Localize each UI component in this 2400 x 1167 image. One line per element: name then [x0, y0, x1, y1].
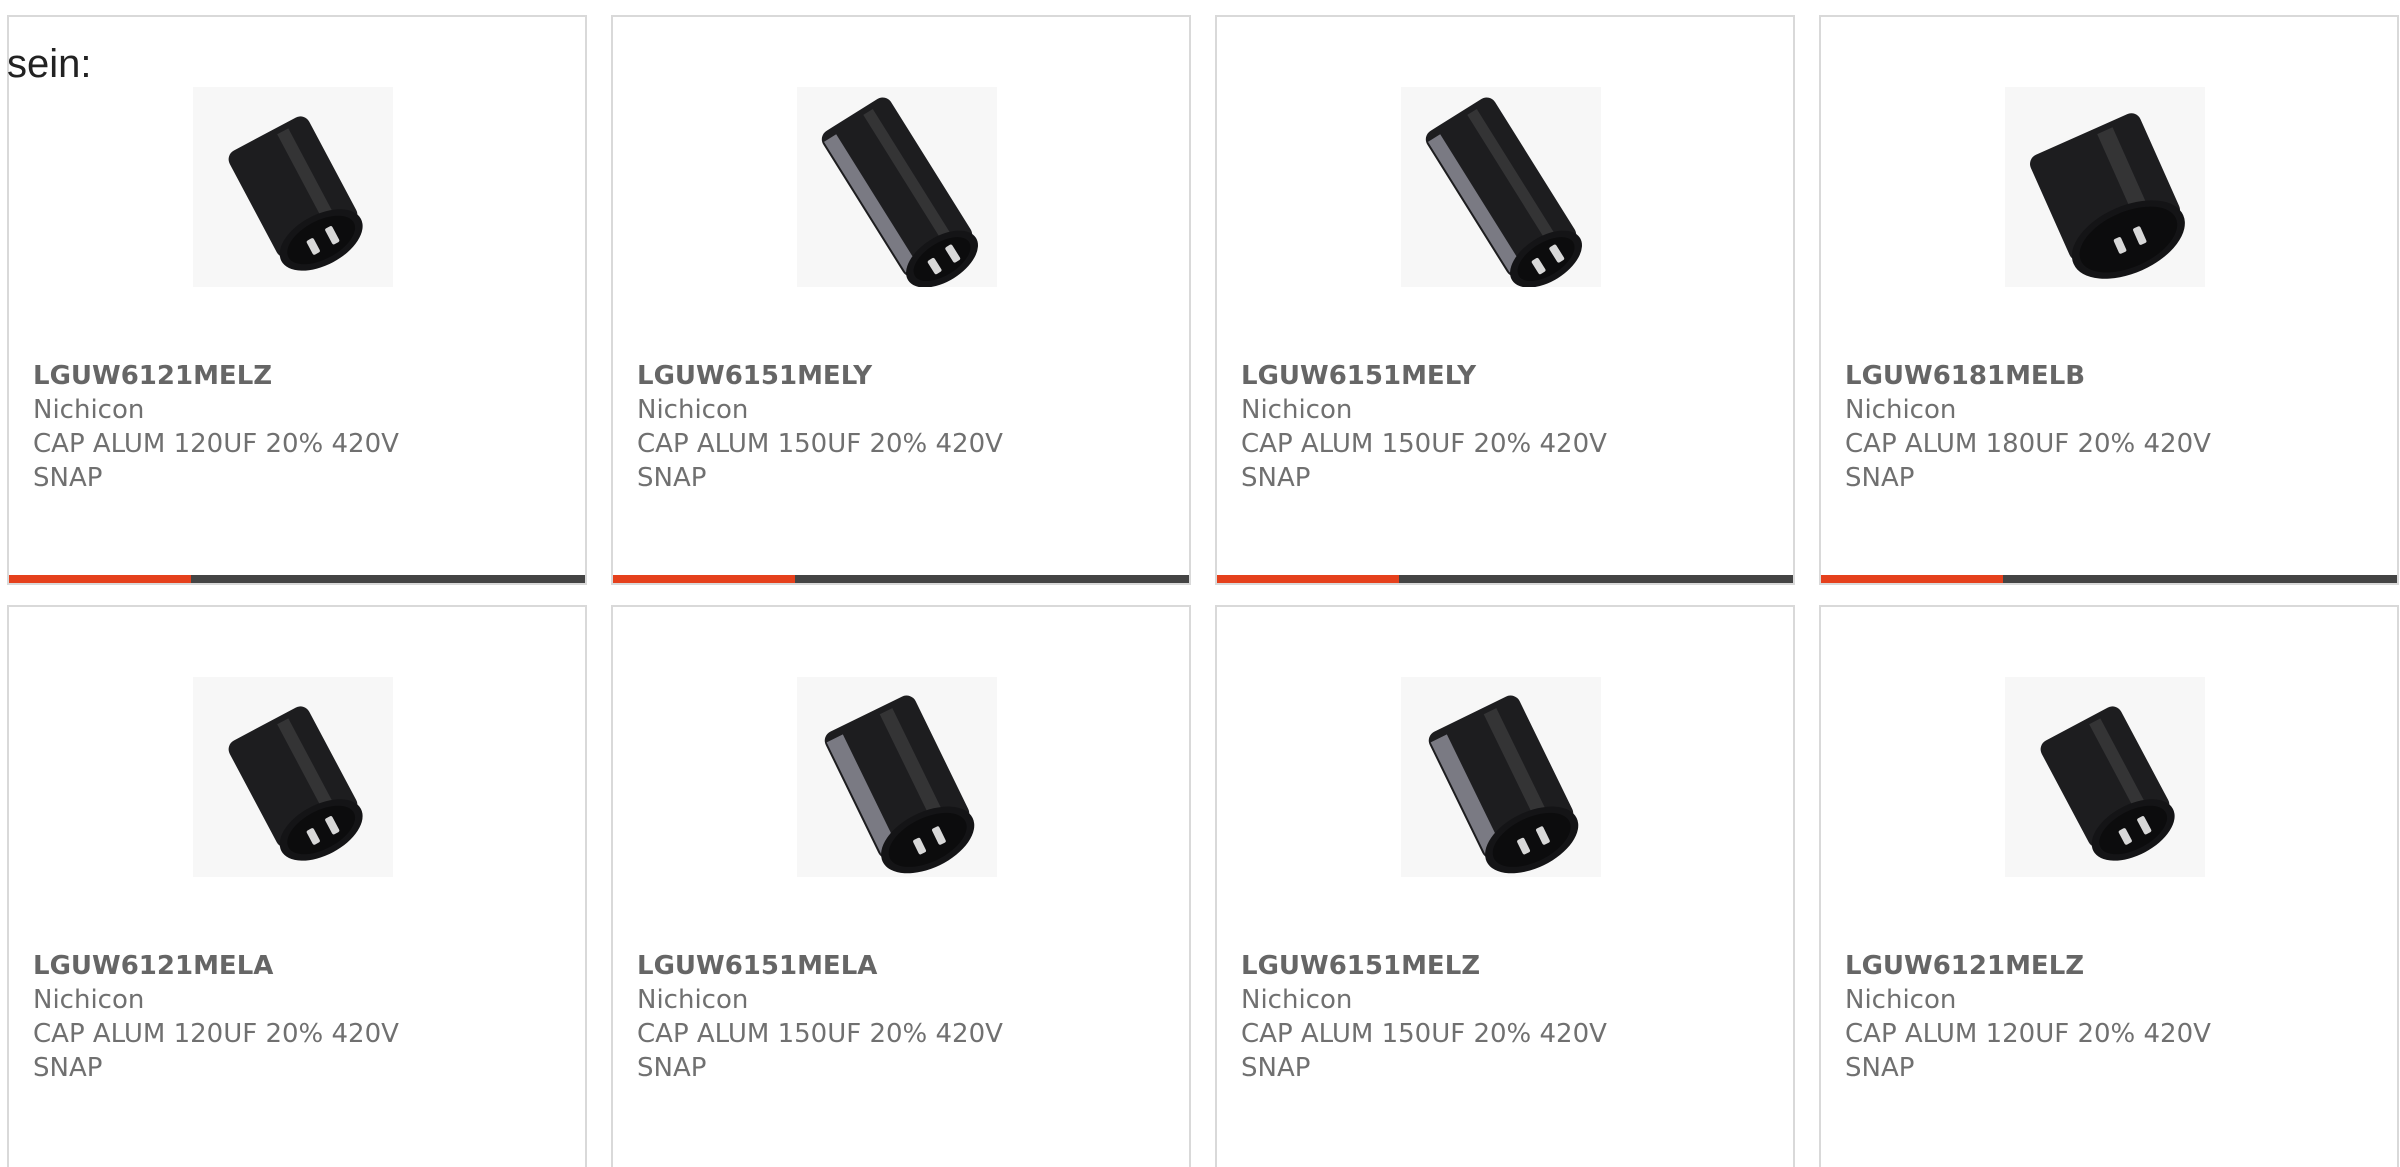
manufacturer: Nichicon — [33, 395, 145, 425]
description: CAP ALUM 120UF 20% 420V — [1845, 1019, 2211, 1049]
product-image[interactable] — [2005, 87, 2205, 287]
capacitor-icon — [2030, 113, 2185, 279]
product-info: LGUW6181MELB Nichicon CAP ALUM 180UF 20%… — [1845, 359, 2377, 495]
product-image[interactable] — [797, 87, 997, 287]
part-number[interactable]: LGUW6181MELB — [1845, 359, 2377, 393]
part-number[interactable]: LGUW6151MELY — [1241, 359, 1773, 393]
manufacturer: Nichicon — [1845, 985, 1957, 1015]
capacitor-icon — [2040, 706, 2175, 861]
part-number[interactable]: LGUW6121MELA — [33, 949, 565, 983]
capacitor-icon — [821, 97, 978, 287]
product-info: LGUW6151MELA Nichicon CAP ALUM 150UF 20%… — [637, 949, 1169, 1085]
manufacturer: Nichicon — [637, 985, 749, 1015]
product-card[interactable]: LGUW6181MELB Nichicon CAP ALUM 180UF 20%… — [1819, 15, 2399, 585]
product-info: LGUW6121MELA Nichicon CAP ALUM 120UF 20%… — [33, 949, 565, 1085]
manufacturer: Nichicon — [33, 985, 145, 1015]
card-accent-bar — [1821, 575, 2397, 583]
product-card[interactable]: LGUW6151MELY Nichicon CAP ALUM 150UF 20%… — [611, 15, 1191, 585]
description-suffix: SNAP — [637, 1053, 707, 1083]
description: CAP ALUM 150UF 20% 420V — [637, 429, 1003, 459]
product-card[interactable]: LGUW6151MELA Nichicon CAP ALUM 150UF 20%… — [611, 605, 1191, 1167]
manufacturer: Nichicon — [1845, 395, 1957, 425]
part-number[interactable]: LGUW6121MELZ — [1845, 949, 2377, 983]
product-info: LGUW6121MELZ Nichicon CAP ALUM 120UF 20%… — [1845, 949, 2377, 1085]
card-accent-bar — [9, 575, 585, 583]
description: CAP ALUM 120UF 20% 420V — [33, 1019, 399, 1049]
description: CAP ALUM 180UF 20% 420V — [1845, 429, 2211, 459]
description-suffix: SNAP — [1845, 1053, 1915, 1083]
description-suffix: SNAP — [33, 1053, 103, 1083]
capacitor-icon — [228, 116, 363, 271]
capacitor-icon — [1428, 695, 1579, 874]
product-image[interactable] — [193, 87, 393, 287]
description: CAP ALUM 150UF 20% 420V — [1241, 1019, 1607, 1049]
page: sein: LGUW6121MELZ Nichicon CAP ALUM 120… — [0, 0, 2400, 1167]
description-suffix: SNAP — [1845, 463, 1915, 493]
description-suffix: SNAP — [1241, 1053, 1311, 1083]
product-info: LGUW6151MELY Nichicon CAP ALUM 150UF 20%… — [637, 359, 1169, 495]
product-info: LGUW6151MELY Nichicon CAP ALUM 150UF 20%… — [1241, 359, 1773, 495]
description-suffix: SNAP — [1241, 463, 1311, 493]
manufacturer: Nichicon — [1241, 985, 1353, 1015]
capacitor-icon — [824, 695, 975, 874]
product-info: LGUW6121MELZ Nichicon CAP ALUM 120UF 20%… — [33, 359, 565, 495]
intro-text: sein: — [7, 42, 92, 86]
card-accent-bar — [613, 575, 1189, 583]
description-suffix: SNAP — [33, 463, 103, 493]
accent-highlight — [1217, 575, 1399, 583]
card-accent-bar — [1217, 575, 1793, 583]
product-card[interactable]: LGUW6121MELA Nichicon CAP ALUM 120UF 20%… — [7, 605, 587, 1167]
accent-highlight — [9, 575, 191, 583]
product-grid: LGUW6121MELZ Nichicon CAP ALUM 120UF 20%… — [7, 15, 2399, 1167]
accent-highlight — [1821, 575, 2003, 583]
product-card[interactable]: LGUW6151MELZ Nichicon CAP ALUM 150UF 20%… — [1215, 605, 1795, 1167]
description: CAP ALUM 150UF 20% 420V — [1241, 429, 1607, 459]
product-image[interactable] — [1401, 87, 1601, 287]
capacitor-icon — [228, 706, 363, 861]
product-image[interactable] — [193, 677, 393, 877]
product-image[interactable] — [1401, 677, 1601, 877]
accent-highlight — [613, 575, 795, 583]
part-number[interactable]: LGUW6151MELY — [637, 359, 1169, 393]
manufacturer: Nichicon — [637, 395, 749, 425]
product-card[interactable]: LGUW6121MELZ Nichicon CAP ALUM 120UF 20%… — [7, 15, 587, 585]
part-number[interactable]: LGUW6151MELZ — [1241, 949, 1773, 983]
description: CAP ALUM 120UF 20% 420V — [33, 429, 399, 459]
product-image[interactable] — [797, 677, 997, 877]
part-number[interactable]: LGUW6121MELZ — [33, 359, 565, 393]
description: CAP ALUM 150UF 20% 420V — [637, 1019, 1003, 1049]
product-info: LGUW6151MELZ Nichicon CAP ALUM 150UF 20%… — [1241, 949, 1773, 1085]
product-card[interactable]: LGUW6151MELY Nichicon CAP ALUM 150UF 20%… — [1215, 15, 1795, 585]
product-image[interactable] — [2005, 677, 2205, 877]
description-suffix: SNAP — [637, 463, 707, 493]
manufacturer: Nichicon — [1241, 395, 1353, 425]
part-number[interactable]: LGUW6151MELA — [637, 949, 1169, 983]
product-card[interactable]: LGUW6121MELZ Nichicon CAP ALUM 120UF 20%… — [1819, 605, 2399, 1167]
capacitor-icon — [1425, 97, 1582, 287]
